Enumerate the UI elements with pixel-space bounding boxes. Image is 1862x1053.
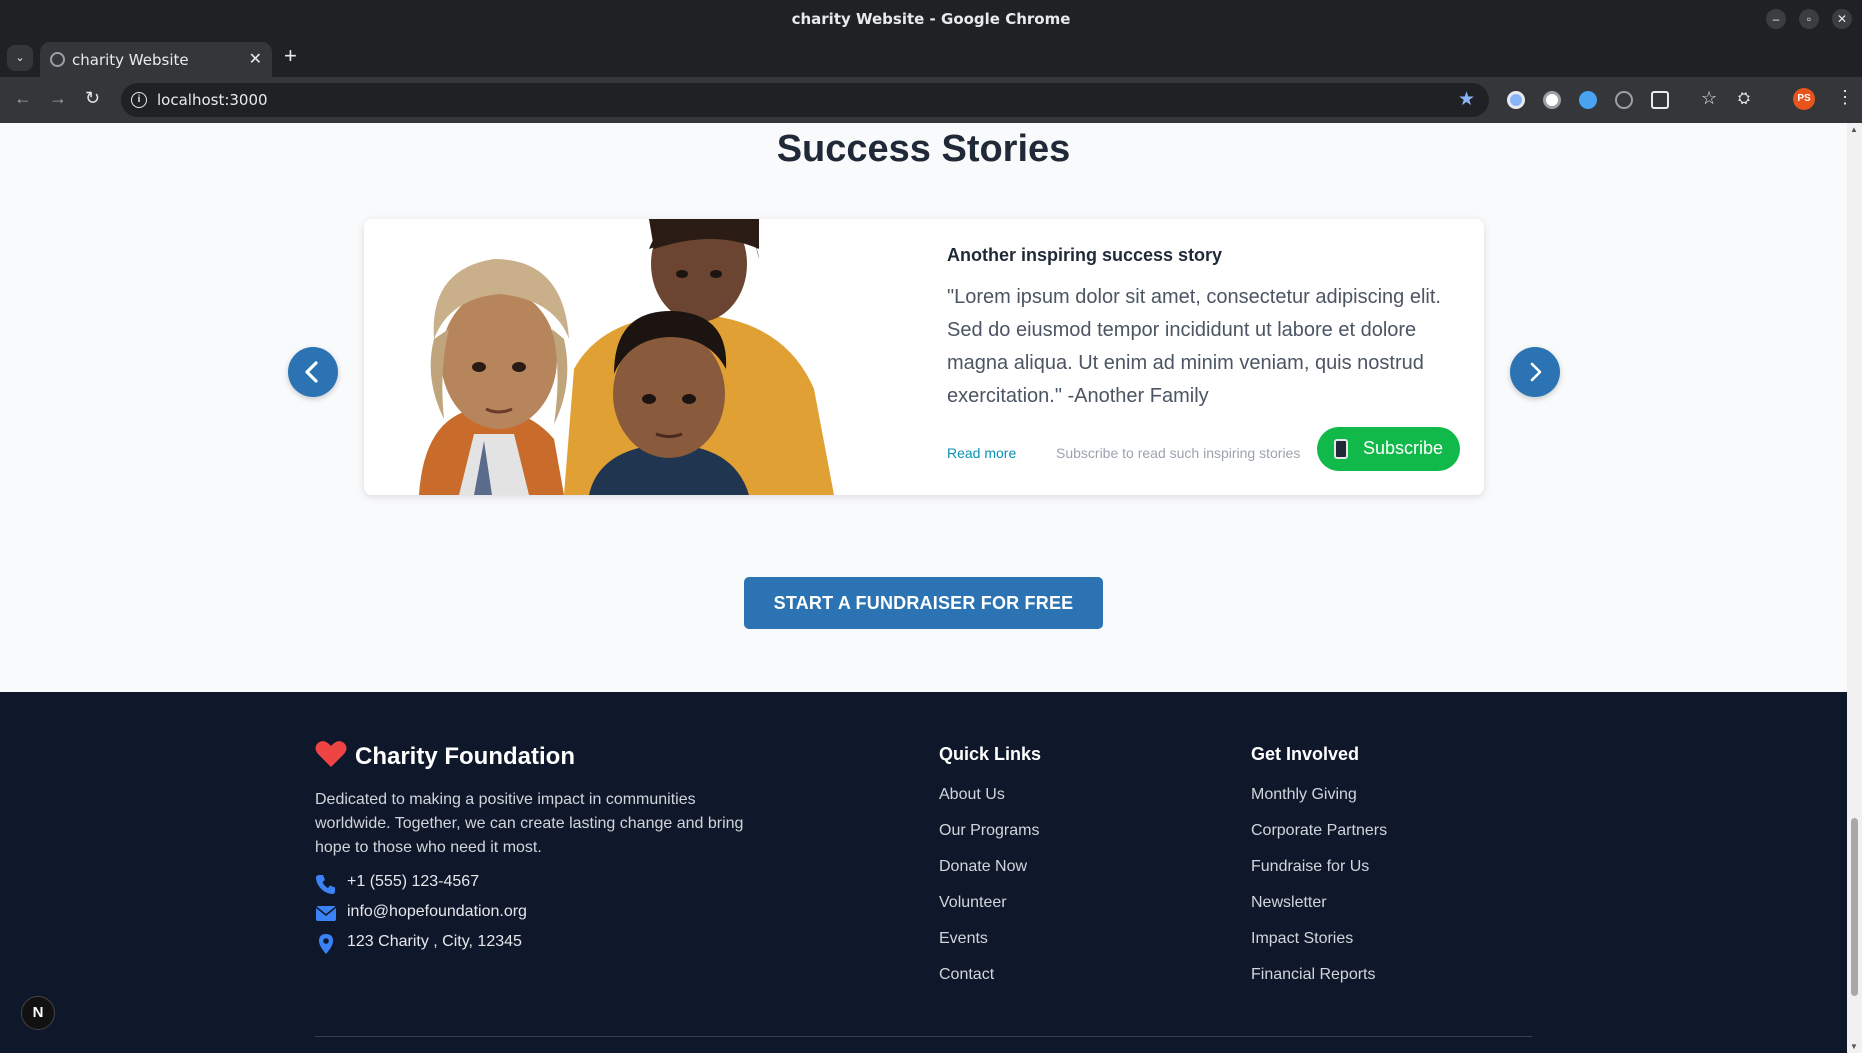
- reload-icon[interactable]: ↻: [85, 88, 100, 109]
- phone-icon: [316, 875, 335, 894]
- mission-text: Dedicated to making a positive impact in…: [315, 791, 744, 856]
- site-footer: Charity Foundation Dedicated to making a…: [0, 692, 1847, 1053]
- phone-text: +1 (555) 123-4567: [347, 873, 480, 890]
- start-fundraiser-button[interactable]: START A FUNDRAISER FOR FREE: [744, 577, 1103, 629]
- footer-link-corporate-partners[interactable]: Corporate Partners: [1251, 822, 1387, 840]
- extension-icon[interactable]: [1507, 91, 1525, 109]
- subscribe-label: Subscribe: [1363, 438, 1444, 458]
- chevron-right-icon: [1530, 362, 1542, 382]
- window-titlebar: charity Website - Google Chrome – ▫ ✕: [0, 0, 1862, 37]
- scroll-down-icon[interactable]: ▼: [1850, 1042, 1858, 1051]
- story-photo: [364, 219, 924, 495]
- restore-icon[interactable]: ▫: [1799, 9, 1819, 29]
- url-text[interactable]: localhost:3000: [157, 91, 268, 109]
- story-card: Another inspiring success story "Lorem i…: [364, 219, 1484, 495]
- get-involved-title: Get Involved: [1251, 744, 1360, 764]
- back-icon[interactable]: ←: [14, 88, 32, 109]
- menu-kebab-icon[interactable]: ⋮: [1836, 87, 1854, 108]
- address-bar[interactable]: i localhost:3000 ★: [121, 83, 1489, 117]
- footer-divider: [315, 1036, 1532, 1037]
- footer-link-programs[interactable]: Our Programs: [939, 822, 1039, 840]
- footer-link-contact[interactable]: Contact: [939, 966, 994, 984]
- tab-label: charity Website: [72, 51, 189, 69]
- read-more-link[interactable]: Read more: [947, 445, 1016, 461]
- brand-name: Charity Foundation: [355, 743, 575, 770]
- tab-search-icon[interactable]: ⌄: [7, 45, 33, 71]
- minimize-icon[interactable]: –: [1766, 9, 1786, 29]
- forward-icon[interactable]: →: [49, 88, 67, 109]
- quick-links-title: Quick Links: [939, 744, 1042, 764]
- browser-toolbar: ← → ↻ i localhost:3000 ★ ☆ ⛭ PS ⋮: [0, 77, 1862, 123]
- profile-avatar[interactable]: PS: [1793, 88, 1815, 110]
- bookmark-star-icon[interactable]: ★: [1458, 88, 1475, 111]
- extension-icon[interactable]: [1543, 91, 1561, 109]
- email-text: info@hopefoundation.org: [347, 903, 527, 920]
- section-title: Success Stories: [776, 128, 1071, 170]
- extension-icon[interactable]: [1615, 91, 1633, 109]
- footer-link-newsletter[interactable]: Newsletter: [1251, 894, 1327, 912]
- carousel-prev-button[interactable]: [288, 347, 338, 397]
- map-pin-icon: [319, 934, 333, 954]
- address-text: 123 Charity , City, 12345: [347, 933, 522, 950]
- new-tab-icon[interactable]: +: [284, 45, 297, 67]
- page-scrollbar[interactable]: ▲ ▼: [1847, 123, 1862, 1053]
- extension-icon[interactable]: [1579, 91, 1597, 109]
- mobile-phone-icon: [1334, 439, 1348, 459]
- scrollbar-thumb[interactable]: [1851, 818, 1858, 996]
- close-tab-icon[interactable]: ✕: [249, 49, 262, 69]
- scroll-up-icon[interactable]: ▲: [1850, 125, 1858, 134]
- close-window-icon[interactable]: ✕: [1832, 9, 1852, 29]
- children-photo-illustration: [364, 219, 924, 495]
- nextjs-dev-badge[interactable]: N: [21, 996, 55, 1030]
- footer-link-impact-stories[interactable]: Impact Stories: [1251, 930, 1353, 948]
- story-quote: "Lorem ipsum dolor sit amet, consectetur…: [947, 286, 1441, 407]
- heart-icon: [315, 741, 347, 767]
- story-title: Another inspiring success story: [947, 245, 1223, 265]
- window-title: charity Website - Google Chrome: [791, 10, 1071, 28]
- browser-tab[interactable]: charity Website ✕: [40, 42, 272, 77]
- footer-link-donate[interactable]: Donate Now: [939, 858, 1027, 876]
- footer-link-monthly-giving[interactable]: Monthly Giving: [1251, 786, 1357, 804]
- envelope-icon: [315, 906, 337, 921]
- tab-strip: ⌄ charity Website ✕ +: [0, 37, 1862, 77]
- extensions-puzzle-icon[interactable]: [1651, 91, 1669, 109]
- footer-link-about[interactable]: About Us: [939, 786, 1005, 804]
- footer-link-financial-reports[interactable]: Financial Reports: [1251, 966, 1376, 984]
- globe-icon: [50, 52, 65, 67]
- incognito-icon[interactable]: ⛭: [1738, 90, 1750, 107]
- chevron-left-icon: [305, 361, 318, 383]
- footer-link-events[interactable]: Events: [939, 930, 988, 948]
- footer-link-fundraise[interactable]: Fundraise for Us: [1251, 858, 1369, 876]
- site-info-icon[interactable]: i: [131, 92, 147, 108]
- subscribe-button[interactable]: Subscribe: [1317, 427, 1460, 471]
- page-viewport: Success Stories Another inspiring succes…: [0, 123, 1847, 1053]
- carousel-next-button[interactable]: [1510, 347, 1560, 397]
- subscribe-note: Subscribe to read such inspiring stories: [1056, 445, 1301, 461]
- bookmarks-star-icon[interactable]: ☆: [1701, 88, 1717, 109]
- footer-link-volunteer[interactable]: Volunteer: [939, 894, 1007, 912]
